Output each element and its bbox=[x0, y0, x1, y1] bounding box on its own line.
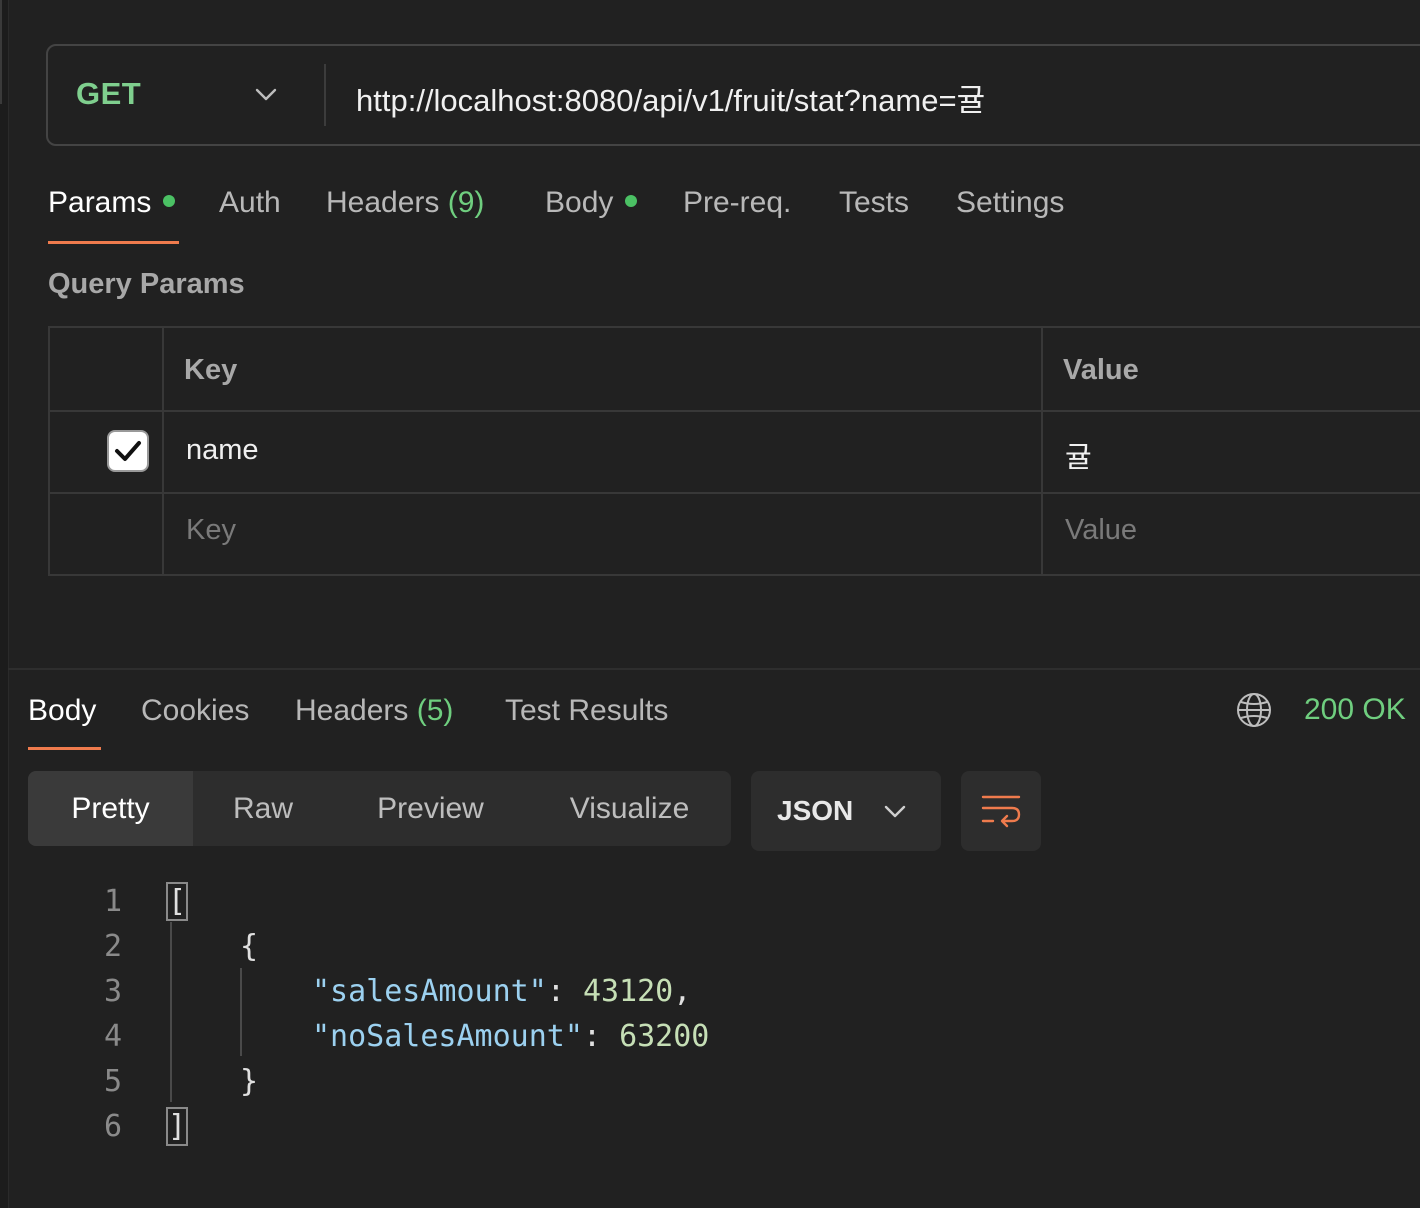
method-select[interactable]: GET bbox=[76, 76, 141, 112]
headers-count: (9) bbox=[447, 186, 485, 219]
tab-label: Body bbox=[28, 694, 97, 727]
tab-label: Headers bbox=[326, 186, 440, 219]
query-params-title: Query Params bbox=[48, 268, 245, 300]
code-line-6: ] bbox=[165, 1107, 189, 1146]
code-line-1: [ bbox=[165, 882, 189, 921]
column-divider bbox=[1041, 328, 1043, 574]
wrap-lines-button[interactable] bbox=[961, 771, 1041, 851]
tab-response-headers[interactable]: Headers (5) bbox=[295, 694, 453, 728]
tab-label: Cookies bbox=[141, 694, 250, 727]
format-select[interactable]: JSON bbox=[751, 771, 941, 851]
column-divider bbox=[162, 328, 164, 574]
check-icon bbox=[115, 441, 141, 461]
line-number: 2 bbox=[103, 929, 122, 964]
params-dot-indicator bbox=[163, 195, 176, 208]
pane-divider[interactable] bbox=[8, 668, 1420, 670]
sidebar-notch bbox=[0, 0, 2, 104]
tab-label: Tests bbox=[839, 186, 910, 219]
line-number: 3 bbox=[103, 974, 122, 1009]
new-key-input[interactable]: Key bbox=[186, 514, 236, 547]
line-number: 1 bbox=[103, 884, 122, 919]
globe-icon[interactable] bbox=[1236, 692, 1272, 728]
tab-label: Test Results bbox=[505, 694, 669, 727]
tab-label: Headers bbox=[295, 694, 409, 727]
close-bracket: ] bbox=[165, 1107, 189, 1146]
tab-body[interactable]: Body bbox=[545, 186, 638, 220]
tab-auth[interactable]: Auth bbox=[219, 186, 281, 220]
line-number: 5 bbox=[103, 1064, 122, 1099]
format-label: JSON bbox=[777, 795, 854, 826]
code-line-3: "salesAmount": 43120, bbox=[312, 974, 691, 1009]
view-mode-raw[interactable]: Raw bbox=[193, 771, 333, 846]
active-tab-underline bbox=[28, 747, 101, 750]
row-divider bbox=[50, 410, 1420, 412]
tab-tests[interactable]: Tests bbox=[839, 186, 909, 220]
tab-label: Body bbox=[545, 186, 614, 219]
wrap-lines-icon bbox=[981, 795, 1021, 828]
tab-label: Params bbox=[48, 186, 152, 219]
indent-guide bbox=[240, 968, 242, 1056]
view-mode-visualize[interactable]: Visualize bbox=[528, 771, 731, 846]
tab-test-results[interactable]: Test Results bbox=[505, 694, 668, 728]
line-number: 4 bbox=[103, 1019, 122, 1054]
view-mode-pretty[interactable]: Pretty bbox=[28, 771, 193, 846]
json-separator: : bbox=[582, 1019, 620, 1054]
indent-guide bbox=[170, 922, 172, 1102]
response-headers-count: (5) bbox=[416, 694, 454, 727]
open-bracket: [ bbox=[165, 882, 189, 921]
param-value-cell[interactable]: 귤 bbox=[1065, 434, 1092, 476]
close-brace: } bbox=[240, 1064, 259, 1099]
value-column-header: Value bbox=[1063, 354, 1139, 386]
code-line-5: } bbox=[240, 1064, 258, 1099]
param-enabled-checkbox[interactable] bbox=[107, 430, 149, 472]
param-key-cell[interactable]: name bbox=[186, 434, 259, 467]
tab-label: Auth bbox=[219, 186, 281, 219]
status-code[interactable]: 200 OK bbox=[1304, 693, 1406, 727]
json-value: 43120 bbox=[582, 974, 674, 1009]
query-params-table: Key Value name 귤 Key Value bbox=[48, 326, 1420, 576]
view-mode-selector: Pretty Raw Preview Visualize bbox=[28, 771, 731, 846]
json-value: 63200 bbox=[619, 1019, 710, 1054]
row-divider bbox=[50, 492, 1420, 494]
chevron-down-icon bbox=[884, 805, 906, 818]
new-value-input[interactable]: Value bbox=[1065, 514, 1137, 547]
json-key: "noSalesAmount" bbox=[312, 1019, 583, 1054]
tab-label: Settings bbox=[956, 186, 1065, 219]
json-key: "salesAmount" bbox=[312, 974, 547, 1009]
active-tab-underline bbox=[48, 241, 179, 244]
tab-pre-request[interactable]: Pre-req. bbox=[683, 186, 791, 220]
line-number: 6 bbox=[103, 1109, 122, 1144]
code-line-2: { bbox=[240, 929, 258, 964]
url-input[interactable]: http://localhost:8080/api/v1/fruit/stat?… bbox=[356, 75, 985, 120]
json-trailing: , bbox=[673, 974, 692, 1009]
url-divider bbox=[324, 64, 326, 126]
body-dot-indicator bbox=[625, 195, 638, 208]
json-separator: : bbox=[546, 974, 583, 1009]
tab-headers[interactable]: Headers (9) bbox=[326, 186, 484, 220]
tab-response-body[interactable]: Body bbox=[28, 694, 96, 728]
url-bar: GET http://localhost:8080/api/v1/fruit/s… bbox=[46, 44, 1420, 146]
view-mode-preview[interactable]: Preview bbox=[333, 771, 528, 846]
key-column-header: Key bbox=[184, 354, 238, 386]
tab-cookies[interactable]: Cookies bbox=[141, 694, 249, 728]
response-body-code[interactable]: 1 2 3 4 5 6 [ { "salesAmount": 43120, "n… bbox=[0, 876, 1420, 1166]
tab-label: Pre-req. bbox=[683, 186, 792, 219]
tab-params[interactable]: Params bbox=[48, 186, 176, 220]
chevron-down-icon[interactable] bbox=[254, 82, 278, 106]
open-brace: { bbox=[240, 929, 259, 964]
tab-settings[interactable]: Settings bbox=[956, 186, 1064, 220]
code-line-4: "noSalesAmount": 63200 bbox=[312, 1019, 709, 1054]
